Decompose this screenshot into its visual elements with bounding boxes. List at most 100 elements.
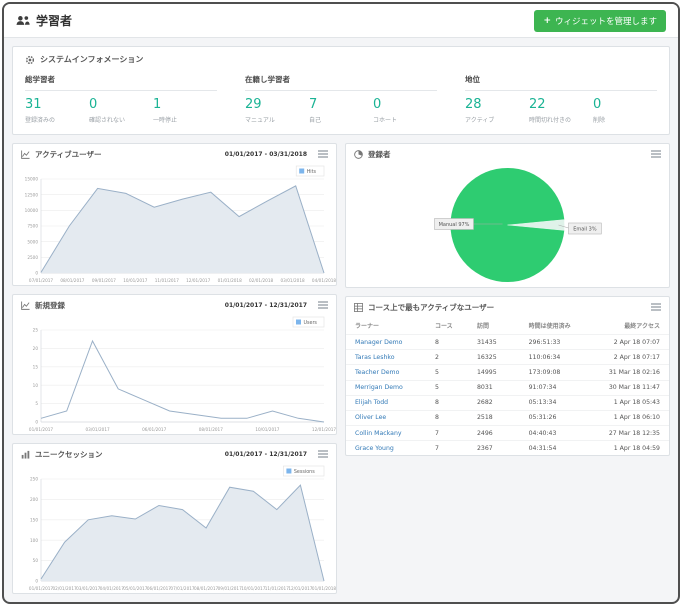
widget-title: 新規登録 [35,300,65,311]
table-row: Grace Young7236704:31:541 Apr 18 04:59 [346,441,669,456]
page-header: 学習者 + ウィジェットを管理します [4,4,678,38]
table-row: Oliver Lee8251805:31:261 Apr 18 06:10 [346,410,669,425]
svg-text:0: 0 [35,579,38,584]
stat-label: マニュアル [245,115,309,124]
svg-text:Sessions: Sessions [294,469,315,475]
table-cell: 05:31:26 [524,410,598,425]
menu-icon[interactable] [318,301,328,309]
menu-icon[interactable] [651,150,661,158]
table-cell: 31 Mar 18 02:16 [598,365,669,380]
table-cell: 2 Apr 18 07:07 [598,334,669,349]
table-cell: 04:31:54 [524,441,598,456]
table-cell: 1 Apr 18 06:10 [598,410,669,425]
stat-group-total-learners: 総学習者 31 登録済みの 0 確認されない 1 一時停止 [25,74,217,124]
page-title: 学習者 [36,12,72,29]
learner-link[interactable]: Merrigan Demo [346,380,430,395]
svg-text:03/01/2017: 03/01/2017 [86,427,110,432]
table-cell: 27 Mar 18 12:35 [598,426,669,441]
menu-icon[interactable] [318,150,328,158]
system-info-header: システムインフォメーション [25,54,657,65]
table-cell: 296:51:33 [524,334,598,349]
table-cell: 7 [430,426,472,441]
widget-new-registrations: 新規登録 01/01/2017 - 12/31/2017 05101520250… [12,294,337,435]
table-icon [354,303,363,312]
column-header[interactable]: 最終アクセス [598,318,669,335]
content-area: システムインフォメーション 総学習者 31 登録済みの 0 確認されない [4,38,678,604]
table-cell: 2518 [472,410,524,425]
table-cell: 91:07:34 [524,380,598,395]
menu-icon[interactable] [318,450,328,458]
widget-header: コース上で最もアクティブなユーザー [346,297,669,316]
svg-text:04/01/2017: 04/01/2017 [100,586,124,591]
table-cell: 8 [430,334,472,349]
svg-text:12500: 12500 [25,192,39,197]
table-cell: 8 [430,410,472,425]
stat-label: 自己 [309,115,373,124]
svg-text:15000: 15000 [25,177,39,182]
svg-text:2500: 2500 [27,255,38,260]
stat-group-enrolled-learners: 在籍し学習者 29 マニュアル 7 自己 0 コホート [245,74,437,124]
svg-text:08/01/2017: 08/01/2017 [60,278,84,283]
table-row: Taras Leshko216325110:06:342 Apr 18 07:1… [346,350,669,365]
learner-link[interactable]: Oliver Lee [346,410,430,425]
widget-header: ユニークセッション 01/01/2017 - 12/31/2017 [13,444,336,463]
svg-text:01/01/2018: 01/01/2018 [218,278,242,283]
svg-text:200: 200 [30,497,38,502]
active-users-chart: 025005000750010000125001500007/01/201708… [13,163,336,285]
manage-widgets-button[interactable]: + ウィジェットを管理します [534,10,666,32]
svg-text:50: 50 [33,558,39,563]
learner-link[interactable]: Teacher Demo [346,365,430,380]
svg-text:08/01/2017: 08/01/2017 [194,586,218,591]
svg-text:06/01/2017: 06/01/2017 [142,427,166,432]
table-row: Collin Mackany7249604:40:4327 Mar 18 12:… [346,426,669,441]
svg-text:250: 250 [30,477,38,482]
stat-value: 0 [373,98,437,113]
learner-link[interactable]: Manager Demo [346,334,430,349]
svg-text:10: 10 [33,383,39,388]
widget-header: 新規登録 01/01/2017 - 12/31/2017 [13,295,336,314]
svg-text:5: 5 [35,401,38,406]
manage-widgets-label: ウィジェットを管理します [555,15,657,27]
svg-text:07/01/2017: 07/01/2017 [29,278,53,283]
stat-label: 時間切れ付きの [529,115,593,124]
widget-most-active-users: コース上で最もアクティブなユーザー ラーナーコース訪問時間は使用済み最終アクセス… [345,296,670,457]
table-cell: 1 Apr 18 04:59 [598,441,669,456]
date-range: 01/01/2017 - 03/31/2018 [225,151,307,158]
svg-text:15: 15 [33,364,39,369]
svg-text:08/01/2017: 08/01/2017 [199,427,223,432]
table-cell: 30 Mar 18 11:47 [598,380,669,395]
stat: 1 一時停止 [153,98,217,124]
column-header[interactable]: コース [430,318,472,335]
menu-icon[interactable] [651,303,661,311]
svg-text:06/01/2017: 06/01/2017 [147,586,171,591]
svg-text:150: 150 [30,517,38,522]
stat-value: 0 [593,98,657,113]
svg-text:0: 0 [35,271,38,276]
svg-text:12/01/2017: 12/01/2017 [312,427,336,432]
column-header[interactable]: 訪問 [472,318,524,335]
stat: 28 アクティブ [465,98,529,124]
table-cell: 14995 [472,365,524,380]
svg-text:7500: 7500 [27,224,38,229]
svg-text:05/01/2017: 05/01/2017 [123,586,147,591]
learners-icon [16,15,30,26]
svg-text:20: 20 [33,346,39,351]
column-header[interactable]: ラーナー [346,318,430,335]
widget-title: 登録者 [368,149,391,160]
stat: 0 コホート [373,98,437,124]
stat-label: 確認されない [89,115,153,124]
stat-group-status: 地位 28 アクティブ 22 時間切れ付きの 0 削除 [465,74,657,124]
learner-link[interactable]: Taras Leshko [346,350,430,365]
learner-link[interactable]: Grace Young [346,441,430,456]
learner-link[interactable]: Collin Mackany [346,426,430,441]
svg-text:Hits: Hits [307,169,317,175]
svg-text:10000: 10000 [25,208,39,213]
learner-link[interactable]: Elijah Todd [346,395,430,410]
stat: 31 登録済みの [25,98,89,124]
svg-text:01/01/2018: 01/01/2018 [312,586,336,591]
right-column: 登録者 Manual 97%Email 3% コース上で最もアクティブなユーザー [345,143,670,457]
column-header[interactable]: 時間は使用済み [524,318,598,335]
widgets-grid: アクティブユーザー 01/01/2017 - 03/31/2018 025005… [12,143,670,594]
stat: 29 マニュアル [245,98,309,124]
stat-label: 登録済みの [25,115,89,124]
